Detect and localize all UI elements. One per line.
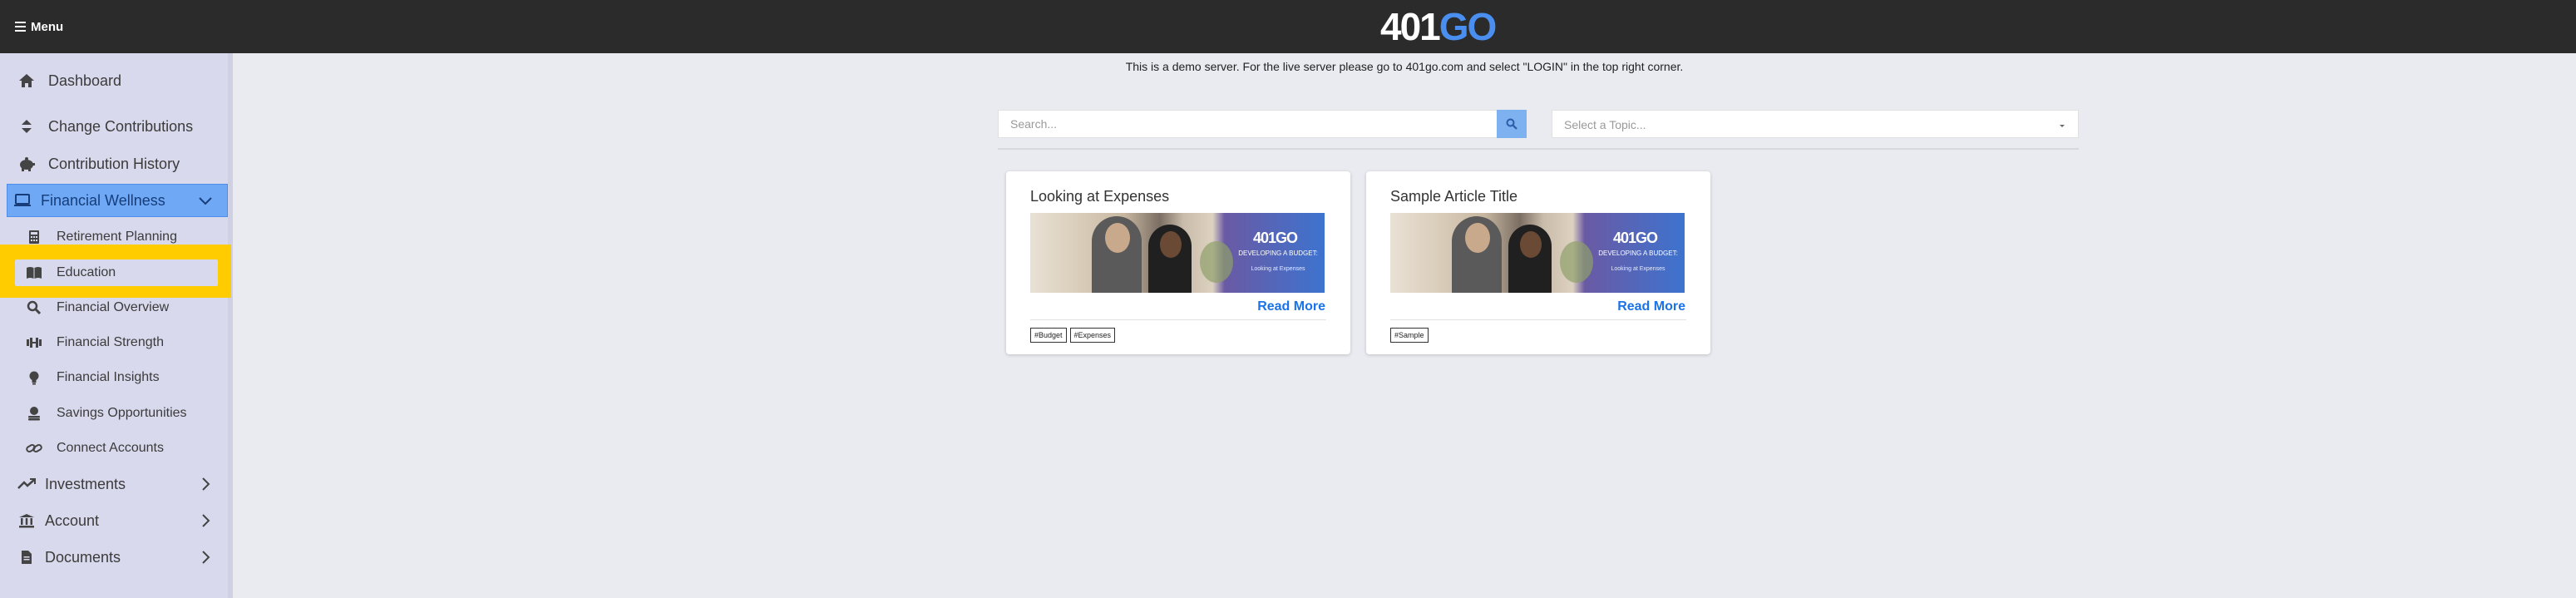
image-plant xyxy=(1200,241,1233,283)
sidebar-subitem-label: Savings Opportunities xyxy=(57,406,187,420)
sidebar-subitem-label: Financial Overview xyxy=(57,300,170,314)
hamburger-icon xyxy=(15,22,26,32)
logo-part2: GO xyxy=(1439,5,1498,48)
sidebar-item-dashboard[interactable]: Dashboard xyxy=(7,64,228,97)
read-more-link[interactable]: Read More xyxy=(1617,299,1685,314)
article-image[interactable]: 401GO DEVELOPING A BUDGET: Looking at Ex… xyxy=(1030,213,1325,293)
sidebar-subitem-financial-strength[interactable]: Financial Strength xyxy=(15,329,220,357)
calculator-icon xyxy=(25,228,43,246)
sidebar-item-label: Account xyxy=(45,512,100,529)
sidebar-subitem-label: Financial Insights xyxy=(57,370,160,384)
sidebar-item-label: Contribution History xyxy=(48,155,180,172)
sidebar-subitem-label: Education xyxy=(57,265,116,279)
image-face xyxy=(1105,223,1130,253)
sidebar-item-label: Change Contributions xyxy=(48,117,194,135)
chevron-down-icon xyxy=(195,191,215,211)
topic-select-placeholder: Select a Topic... xyxy=(1564,118,1646,131)
tag-list: #Sample xyxy=(1390,328,1429,343)
magnifier-icon xyxy=(25,299,43,317)
article-title[interactable]: Sample Article Title xyxy=(1390,188,1517,205)
tag-sample[interactable]: #Sample xyxy=(1390,328,1429,343)
demo-notice: This is a demo server. For the live serv… xyxy=(1125,60,1684,73)
lightbulb-icon xyxy=(25,368,43,387)
link-icon xyxy=(25,439,43,457)
bank-icon xyxy=(17,511,37,531)
image-face xyxy=(1160,231,1182,258)
menu-label: Menu xyxy=(31,19,64,34)
sidebar-subitem-label: Retirement Planning xyxy=(57,230,177,244)
sidebar-item-financial-wellness[interactable]: Financial Wellness xyxy=(7,184,228,217)
sidebar-edge xyxy=(228,53,233,598)
search-icon xyxy=(1506,118,1517,130)
image-logo: 401GO xyxy=(1253,230,1298,246)
article-title[interactable]: Looking at Expenses xyxy=(1030,188,1169,205)
logo[interactable]: 401 GO xyxy=(1380,5,1498,48)
image-logo: 401GO xyxy=(1613,230,1658,246)
sidebar-subitem-financial-overview[interactable]: Financial Overview xyxy=(15,294,220,322)
read-more-link[interactable]: Read More xyxy=(1257,299,1325,314)
document-icon xyxy=(17,547,37,567)
top-bar: Menu 401 GO xyxy=(0,0,2576,53)
sidebar-subitem-education[interactable]: Education xyxy=(15,259,220,287)
sidebar-item-account[interactable]: Account xyxy=(7,504,228,537)
image-caption: DEVELOPING A BUDGET: xyxy=(1238,250,1318,257)
logo-part1: 401 xyxy=(1380,5,1441,48)
chevron-right-icon xyxy=(196,474,216,494)
image-face xyxy=(1465,223,1490,253)
sidebar-subitem-label: Connect Accounts xyxy=(57,441,164,455)
tag-expenses[interactable]: #Expenses xyxy=(1069,328,1116,343)
article-card: Looking at Expenses 401GO DEVELOPING A B… xyxy=(1006,171,1350,354)
sidebar-subitem-connect-accounts[interactable]: Connect Accounts xyxy=(15,434,220,462)
chevron-right-icon xyxy=(196,547,216,567)
dumbbell-icon xyxy=(25,334,43,352)
image-caption: DEVELOPING A BUDGET: xyxy=(1598,250,1678,257)
piggy-bank-icon xyxy=(17,154,37,174)
chevron-right-icon xyxy=(196,511,216,531)
image-plant xyxy=(1560,241,1593,283)
tag-list: #Budget #Expenses xyxy=(1030,328,1116,343)
laptop-icon xyxy=(12,190,32,210)
article-image[interactable]: 401GO DEVELOPING A BUDGET: Looking at Ex… xyxy=(1390,213,1685,293)
sort-icon xyxy=(17,116,37,136)
image-face xyxy=(1520,231,1542,258)
card-separator xyxy=(1030,319,1326,320)
menu-button[interactable]: Menu xyxy=(15,17,63,37)
filter-divider xyxy=(998,148,2079,150)
sidebar-item-label: Financial Wellness xyxy=(41,191,165,209)
sidebar-item-investments[interactable]: Investments xyxy=(7,467,228,501)
sidebar-item-label: Investments xyxy=(45,475,126,492)
trend-icon xyxy=(17,474,37,494)
sidebar-item-label: Documents xyxy=(45,548,121,566)
sidebar-item-change-contributions[interactable]: Change Contributions xyxy=(7,110,228,143)
caret-down-icon xyxy=(2058,119,2066,134)
search-box xyxy=(998,110,1527,138)
search-button[interactable] xyxy=(1497,110,1527,138)
article-card: Sample Article Title 401GO DEVELOPING A … xyxy=(1366,171,1710,354)
sidebar-subitem-financial-insights[interactable]: Financial Insights xyxy=(15,363,220,392)
sidebar-subitem-savings-opportunities[interactable]: Savings Opportunities xyxy=(15,399,220,427)
book-icon xyxy=(25,264,43,282)
search-input[interactable] xyxy=(999,111,1498,137)
topic-select[interactable]: Select a Topic... xyxy=(1552,110,2079,138)
image-subcaption: Looking at Expenses xyxy=(1251,266,1305,272)
sidebar-item-contribution-history[interactable]: Contribution History xyxy=(7,147,228,180)
card-separator xyxy=(1390,319,1686,320)
tag-budget[interactable]: #Budget xyxy=(1030,328,1067,343)
image-subcaption: Looking at Expenses xyxy=(1611,266,1666,272)
home-icon xyxy=(17,71,37,91)
sidebar-item-documents[interactable]: Documents xyxy=(7,541,228,574)
sidebar-item-label: Dashboard xyxy=(48,72,122,89)
sidebar-subitem-label: Financial Strength xyxy=(57,335,164,349)
coins-icon xyxy=(25,404,43,423)
